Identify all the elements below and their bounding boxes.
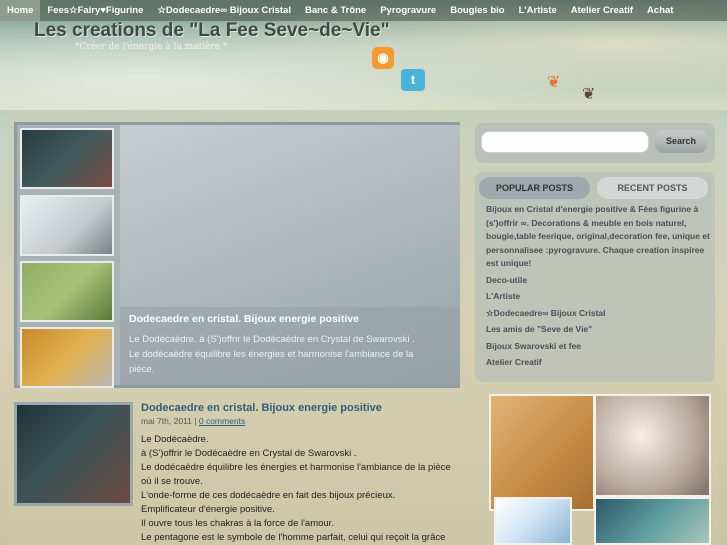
post-thumbnail[interactable] bbox=[14, 402, 133, 506]
slider-caption: Dodecaedre en cristal. Bijoux energie po… bbox=[120, 307, 460, 385]
slider-desc-line: Le dodécaèdre équilibre les énergies et … bbox=[129, 349, 414, 360]
slider-thumb[interactable] bbox=[20, 261, 114, 322]
post-line: Le Dodécaèdre. bbox=[141, 434, 209, 445]
post-title[interactable]: Dodecaedre en cristal. Bijoux energie po… bbox=[141, 402, 382, 414]
popular-post-link[interactable]: Deco-utile bbox=[486, 274, 710, 288]
post-meta: mai 7th, 2011 | 0 comments bbox=[141, 416, 245, 426]
slider-desc-line: Le Dodécaèdre. à (S')offrir le Dodécaèdr… bbox=[129, 334, 415, 345]
slider-thumb[interactable] bbox=[20, 195, 114, 256]
search-input[interactable] bbox=[481, 131, 649, 153]
butterfly-icon: ❦ bbox=[547, 74, 561, 91]
featured-slider: Dodecaedre en cristal. Bijoux energie po… bbox=[14, 122, 460, 388]
popular-post-link[interactable]: Bijoux en Cristal d'energie positive & F… bbox=[486, 203, 710, 271]
post-line: Le dodécaèdre équilibre les énergies et … bbox=[141, 462, 451, 473]
meta-separator: | bbox=[194, 416, 197, 426]
tab-recent-posts[interactable]: RECENT POSTS bbox=[597, 177, 708, 199]
site-title[interactable]: Les creations de "La Fee Seve~de~Vie" bbox=[34, 20, 390, 42]
nav-achat[interactable]: Achat bbox=[640, 0, 680, 21]
nav-fees-fairy[interactable]: Fees☆Fairy♥Figurine bbox=[40, 0, 150, 21]
slider-thumb[interactable] bbox=[20, 128, 114, 189]
main-nav: Home Fees☆Fairy♥Figurine ☆Dodecaedre∞ Bi… bbox=[0, 0, 727, 21]
popular-post-link[interactable]: Bijoux Swarovski et fee bbox=[486, 340, 710, 354]
post-line: Le pentagone est le symbole de l'homme p… bbox=[141, 532, 446, 543]
post-line: à (S')offrir le Dodécaèdre en Crystal de… bbox=[141, 448, 357, 459]
post-body: Le Dodécaèdre. à (S')offrir le Dodécaèdr… bbox=[141, 433, 461, 545]
post-line: L'onde-forme de ces dodécaèdre en fait d… bbox=[141, 490, 396, 501]
nav-dodecaedre[interactable]: ☆Dodecaedre∞ Bijoux Cristal bbox=[150, 0, 298, 21]
gallery-image-pyrography[interactable] bbox=[489, 394, 595, 511]
nav-atelier-creatif[interactable]: Atelier Creatif bbox=[564, 0, 640, 21]
photo-gallery bbox=[489, 394, 711, 545]
butterfly-icon: ❦ bbox=[582, 86, 596, 103]
popular-post-link[interactable]: L'Artiste bbox=[486, 290, 710, 304]
rss-icon[interactable]: ◉ bbox=[372, 47, 394, 69]
post-line: où il se trouve. bbox=[141, 476, 203, 487]
slider-title[interactable]: Dodecaedre en cristal. Bijoux energie po… bbox=[129, 313, 451, 325]
slider-thumb[interactable] bbox=[20, 327, 114, 388]
post-comments-link[interactable]: 0 comments bbox=[199, 416, 245, 426]
nav-home[interactable]: Home bbox=[0, 0, 41, 21]
search-button[interactable]: Search bbox=[655, 130, 707, 153]
post-line: Emplificateur d'énergie positive. bbox=[141, 504, 275, 515]
slider-desc-line: pièce. bbox=[129, 364, 155, 375]
site-tagline: *Créer de l'énergie à la matière * bbox=[75, 42, 228, 52]
popular-post-link[interactable]: Atelier Creatif bbox=[486, 356, 710, 370]
popular-posts-list: Bijoux en Cristal d'energie positive & F… bbox=[486, 203, 710, 373]
tab-popular-posts[interactable]: POPULAR POSTS bbox=[479, 177, 590, 199]
search-widget: Search bbox=[475, 123, 715, 163]
post-date: mai 7th, 2011 bbox=[141, 416, 192, 426]
nav-pyrogravure[interactable]: Pyrogravure bbox=[373, 0, 443, 21]
gallery-image-candles[interactable] bbox=[594, 394, 711, 497]
nav-artiste[interactable]: L'Artiste bbox=[512, 0, 564, 21]
popular-post-link[interactable]: Les amis de "Seve de Vie" bbox=[486, 323, 710, 337]
twitter-icon[interactable]: t bbox=[401, 69, 425, 91]
post-line: Il ouvre tous les chakras à la force de … bbox=[141, 518, 334, 529]
popular-post-link[interactable]: ☆Dodecaedre∞ Bijoux Cristal bbox=[486, 307, 710, 321]
slider-description: Le Dodécaèdre. à (S')offrir le Dodécaèdr… bbox=[129, 332, 451, 377]
nav-bougies-bio[interactable]: Bougies bio bbox=[443, 0, 511, 21]
gallery-image-crystal[interactable] bbox=[494, 497, 572, 545]
posts-tabs-widget: POPULAR POSTS RECENT POSTS Bijoux en Cri… bbox=[475, 172, 715, 382]
gallery-image-fairy[interactable] bbox=[594, 497, 711, 545]
nav-banc-trone[interactable]: Banc & Trône bbox=[298, 0, 373, 21]
slider-main-image[interactable]: Dodecaedre en cristal. Bijoux energie po… bbox=[120, 125, 460, 385]
